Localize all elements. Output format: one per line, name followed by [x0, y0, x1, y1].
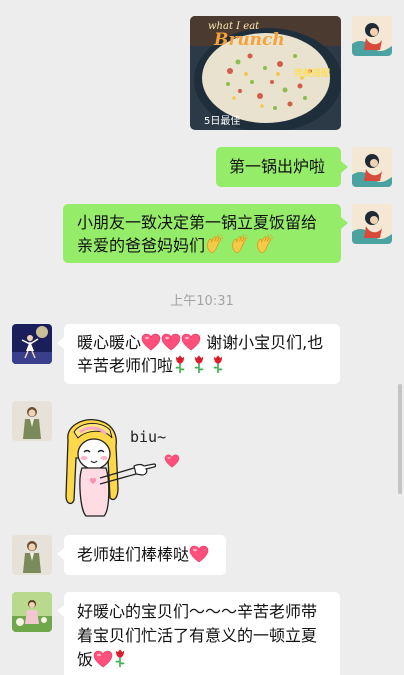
- red-heart-icon: [181, 333, 201, 351]
- rose-icon: [211, 354, 225, 374]
- rose-icon: [173, 354, 187, 374]
- red-heart-icon: [189, 545, 209, 563]
- contact-avatar[interactable]: [12, 401, 52, 441]
- self-avatar[interactable]: [352, 16, 392, 56]
- photo-title-line2: Brunch: [214, 30, 285, 50]
- clapping-hands-icon: [205, 234, 225, 254]
- contact-message-bubble[interactable]: 好暖心的宝贝们～～～辛苦老师带着宝贝们忙活了有意义的一顿立夏饭: [64, 592, 340, 675]
- self-message-bubble[interactable]: 小朋友一致决定第一锅立夏饭留给亲爱的爸爸妈妈们: [63, 204, 341, 263]
- red-heart-icon: [161, 333, 181, 351]
- photo-date: 5日最佳: [204, 116, 241, 127]
- scrollbar[interactable]: [398, 384, 402, 494]
- bubble-tail: [57, 548, 64, 560]
- bubble-tail: [341, 217, 348, 229]
- red-heart-icon: [93, 650, 113, 668]
- rose-icon: [113, 648, 127, 668]
- self-avatar[interactable]: [352, 147, 392, 187]
- bubble-tail: [341, 161, 348, 173]
- message-text: 暖心暖心: [77, 333, 142, 352]
- rose-icon: [192, 354, 206, 374]
- red-heart-icon: [141, 333, 161, 351]
- contact-avatar[interactable]: [12, 324, 52, 364]
- self-message-bubble[interactable]: 第一锅出炉啦: [216, 147, 341, 187]
- clapping-hands-icon: [230, 234, 250, 254]
- contact-message-bubble[interactable]: 暖心暖心 谢谢小宝贝们,也辛苦老师们啦: [64, 324, 340, 384]
- message-text: 小朋友一致决定第一锅立夏饭留给亲爱的爸爸妈妈们: [77, 213, 318, 255]
- bubble-tail: [57, 605, 64, 617]
- contact-avatar[interactable]: [12, 592, 52, 632]
- message-text: 老师娃们棒棒哒: [77, 545, 190, 564]
- message-text: 第一锅出炉啦: [229, 157, 326, 176]
- contact-message-bubble[interactable]: 老师娃们棒棒哒: [64, 535, 226, 575]
- self-avatar[interactable]: [352, 204, 392, 244]
- photo-tag: 完美搭配: [294, 69, 331, 79]
- clapping-hands-icon: [255, 234, 275, 254]
- message-timestamp: 上午10:31: [170, 294, 234, 309]
- red-heart-icon: [164, 454, 180, 468]
- photo-message[interactable]: what I eat Brunch 完美搭配 5日最佳: [190, 16, 341, 130]
- sticker-message[interactable]: biu~: [60, 418, 190, 520]
- contact-avatar[interactable]: [12, 535, 52, 575]
- girl-sticker: [65, 419, 157, 517]
- bubble-tail: [57, 337, 64, 349]
- sticker-text: biu~: [130, 428, 167, 446]
